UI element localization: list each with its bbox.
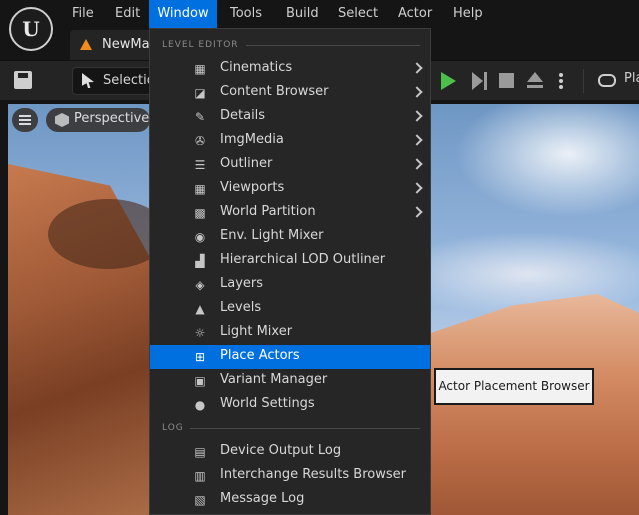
menu-item-message-log[interactable]: ▧ Message Log: [150, 488, 430, 512]
menu-build[interactable]: Build: [286, 0, 319, 28]
unreal-logo-icon[interactable]: U: [9, 7, 53, 51]
more-options-icon[interactable]: [558, 71, 564, 91]
section-header-level-editor: LEVEL EDITOR: [162, 40, 239, 50]
tooltip-place-actors: Actor Placement Browser: [434, 368, 594, 405]
chevron-right-icon: [411, 206, 423, 218]
menu-item-world-partition[interactable]: ▩ World Partition: [150, 201, 430, 225]
cursor-icon: [82, 73, 94, 88]
save-icon[interactable]: [14, 71, 32, 89]
menu-item-label: Levels: [220, 300, 262, 315]
menu-file[interactable]: File: [72, 0, 94, 28]
menu-item-label: Message Log: [220, 491, 305, 506]
menu-item-content-browser[interactable]: ◪ Content Browser: [150, 81, 430, 105]
layers-icon: ◈: [195, 278, 205, 292]
menu-select[interactable]: Select: [338, 0, 378, 28]
section-header-log: LOG: [162, 423, 184, 433]
menu-item-variant-manager[interactable]: ▣ Variant Manager: [150, 369, 430, 393]
level-tab[interactable]: NewMap: [70, 30, 160, 60]
menu-window[interactable]: Window: [149, 0, 217, 28]
viewport-menu-button[interactable]: [12, 108, 38, 132]
menu-item-cinematics[interactable]: ▦ Cinematics: [150, 57, 430, 81]
menu-item-light-mixer[interactable]: ☼ Light Mixer: [150, 321, 430, 345]
perspective-label: Perspective: [74, 111, 150, 126]
content-browser-icon: ◪: [194, 86, 206, 100]
chevron-right-icon: [411, 182, 423, 194]
place-actors-icon: ⊞: [194, 350, 206, 364]
light-bulb-icon: ◉: [194, 230, 206, 244]
menu-item-label: Variant Manager: [220, 372, 328, 387]
section-divider: [246, 45, 420, 46]
chevron-right-icon: [411, 62, 423, 74]
menu-item-env-light-mixer[interactable]: ◉ Env. Light Mixer: [150, 225, 430, 249]
world-partition-grid-icon: ▩: [194, 206, 206, 220]
menu-item-label: World Partition: [220, 204, 316, 219]
chevron-right-icon: [411, 86, 423, 98]
menu-item-outliner[interactable]: ☰ Outliner: [150, 153, 430, 177]
menu-item-label: Env. Light Mixer: [220, 228, 324, 243]
chevron-right-icon: [411, 158, 423, 170]
menu-item-label: Cinematics: [220, 60, 293, 75]
cube-icon: [55, 113, 69, 127]
light-rays-icon: ☼: [194, 326, 206, 340]
menu-edit[interactable]: Edit: [115, 0, 140, 28]
menu-item-label: Content Browser: [220, 84, 329, 99]
menu-item-label: Viewports: [220, 180, 285, 195]
platforms-button[interactable]: Platforms: [598, 71, 639, 91]
menu-item-label: Hierarchical LOD Outliner: [220, 252, 386, 267]
level-tab-icon: [80, 39, 92, 50]
platforms-label: Platforms: [624, 71, 639, 86]
menu-item-interchange-results-browser[interactable]: ▥ Interchange Results Browser: [150, 464, 430, 488]
outliner-list-icon: ☰: [194, 158, 206, 172]
menu-tools[interactable]: Tools: [230, 0, 262, 28]
menu-item-label: Layers: [220, 276, 264, 291]
play-icon[interactable]: [441, 72, 456, 90]
menu-actor[interactable]: Actor: [398, 0, 432, 28]
window-menu-dropdown: LEVEL EDITOR ▦ Cinematics ◪ Content Brow…: [149, 28, 431, 515]
menu-item-levels[interactable]: ▲ Levels: [150, 297, 430, 321]
menu-item-place-actors[interactable]: ⊞ Place Actors: [150, 345, 430, 369]
menu-item-hierarchical-lod-outliner[interactable]: ▟ Hierarchical LOD Outliner: [150, 249, 430, 273]
menu-item-label: Device Output Log: [220, 443, 342, 458]
eject-icon[interactable]: [526, 72, 544, 90]
section-divider: [190, 428, 420, 429]
stop-icon[interactable]: [499, 73, 514, 88]
globe-icon: ●: [194, 398, 206, 412]
menu-item-label: Interchange Results Browser: [220, 467, 406, 482]
menu-item-label: Details: [220, 108, 266, 123]
film-icon: ▦: [194, 62, 206, 76]
menu-item-label: Light Mixer: [220, 324, 293, 339]
menu-item-imgmedia[interactable]: ✇ ImgMedia: [150, 129, 430, 153]
document-icon: ▥: [194, 469, 206, 483]
chevron-right-icon: [411, 110, 423, 122]
menu-item-label: Outliner: [220, 156, 273, 171]
perspective-button[interactable]: Perspective: [46, 108, 150, 132]
levels-icon: ▲: [195, 302, 205, 316]
terminal-icon: ▤: [194, 445, 206, 459]
message-log-icon: ▧: [194, 493, 206, 507]
hierarchy-icon: ▟: [195, 254, 205, 268]
step-icon[interactable]: [472, 72, 488, 90]
variant-manager-icon: ▣: [194, 374, 206, 388]
gamepad-icon: [598, 74, 616, 87]
menu-item-world-settings[interactable]: ● World Settings: [150, 393, 430, 417]
pencil-icon: ✎: [194, 110, 206, 124]
menu-item-layers[interactable]: ◈ Layers: [150, 273, 430, 297]
film-reel-icon: ✇: [194, 134, 206, 148]
menu-help[interactable]: Help: [453, 0, 483, 28]
menu-item-device-output-log[interactable]: ▤ Device Output Log: [150, 440, 430, 464]
menu-item-label: ImgMedia: [220, 132, 284, 147]
menu-item-details[interactable]: ✎ Details: [150, 105, 430, 129]
viewports-grid-icon: ▦: [194, 182, 206, 196]
toolbar-divider: [583, 69, 584, 93]
menu-item-label: World Settings: [220, 396, 315, 411]
menu-item-label: Place Actors: [220, 348, 300, 363]
chevron-right-icon: [411, 134, 423, 146]
menu-item-viewports[interactable]: ▦ Viewports: [150, 177, 430, 201]
